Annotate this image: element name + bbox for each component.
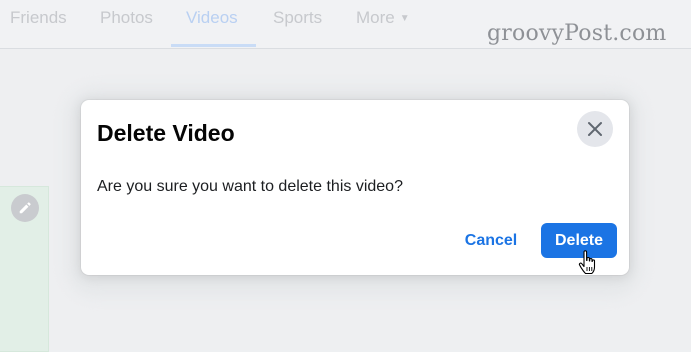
hand-pointer-icon: [578, 250, 596, 275]
tab-sports[interactable]: Sports: [273, 0, 322, 38]
chevron-down-icon: ▼: [399, 13, 410, 24]
watermark: groovyPost.com: [487, 21, 667, 46]
cancel-button[interactable]: Cancel: [459, 223, 523, 259]
tab-videos[interactable]: Videos: [186, 0, 238, 38]
close-button[interactable]: [577, 111, 613, 147]
tab-more[interactable]: More ▼: [356, 0, 410, 38]
delete-video-dialog: Delete Video Are you sure you want to de…: [81, 100, 629, 275]
tab-videos-label: Videos: [186, 8, 238, 27]
tab-photos-label: Photos: [100, 8, 153, 27]
tab-friends[interactable]: Friends: [10, 0, 67, 38]
active-tab-indicator: [171, 44, 256, 47]
pencil-icon[interactable]: [11, 194, 39, 222]
tab-more-label: More: [356, 8, 395, 27]
tab-photos[interactable]: Photos: [100, 0, 153, 38]
dialog-message: Are you sure you want to delete this vid…: [97, 178, 403, 195]
close-icon: [588, 122, 602, 136]
tab-sports-label: Sports: [273, 8, 323, 27]
tab-friends-label: Friends: [10, 8, 67, 27]
dialog-title: Delete Video: [97, 120, 235, 146]
